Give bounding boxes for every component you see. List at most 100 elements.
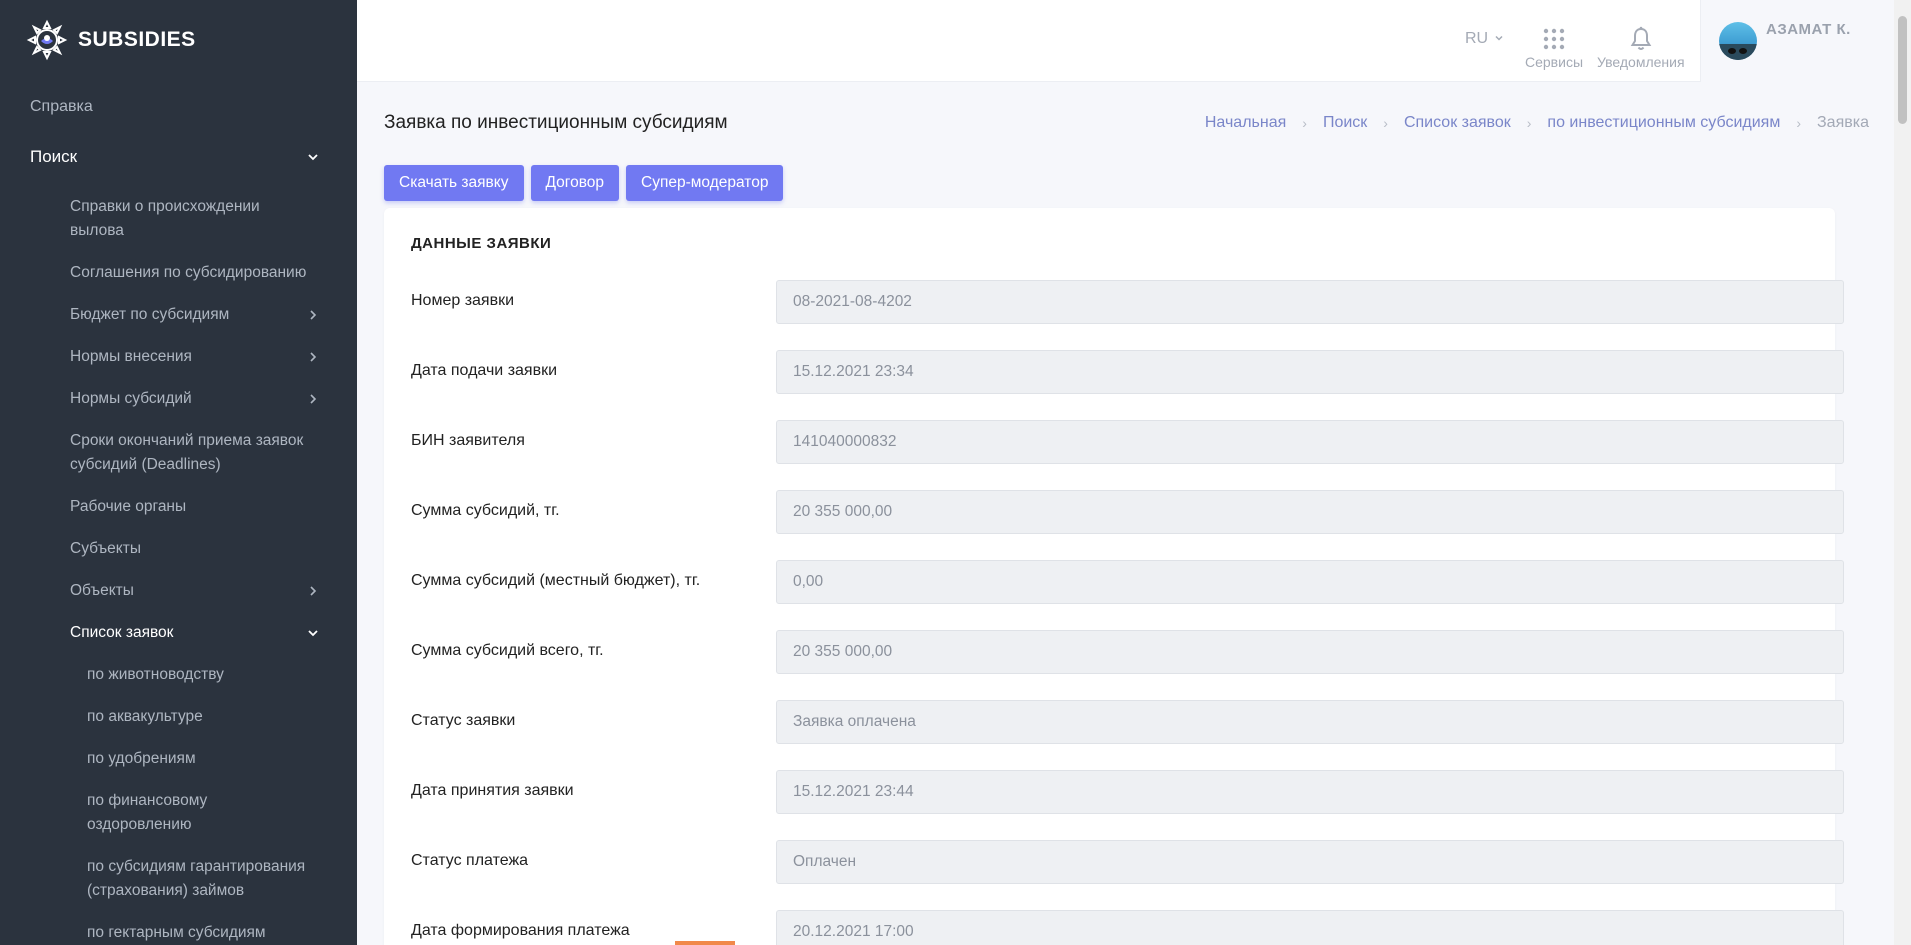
sidebar-item-label: Нормы внесения — [70, 348, 192, 365]
chevron-down-icon — [1494, 30, 1504, 48]
notifications-label: Уведомления — [1597, 54, 1685, 70]
chevron-right-icon — [307, 393, 319, 405]
breadcrumb-applications-list[interactable]: Список заявок — [1404, 114, 1511, 132]
field-subsidy-amount: Сумма субсидий, тг. — [411, 490, 1844, 534]
user-name: АЗАМАТ К. — [1766, 21, 1851, 38]
subsidies-logo-icon — [26, 19, 68, 61]
sidebar-item-search[interactable]: Поиск — [0, 132, 357, 182]
sidebar-item-label: Сроки окончаний приема заявок субсидий (… — [70, 432, 304, 473]
subsidy-amount-field[interactable] — [776, 490, 1844, 534]
sidebar-item-subjects[interactable]: Субъекты — [0, 528, 357, 570]
page-scrollbar[interactable] — [1894, 0, 1911, 945]
chevron-right-icon — [307, 585, 319, 597]
applicant-bin-field[interactable] — [776, 420, 1844, 464]
chevron-right-icon: › — [1796, 115, 1802, 131]
sidebar-item-application-norms[interactable]: Нормы внесения — [0, 336, 357, 378]
sidebar-item-label: Справки о происхождении вылова — [70, 198, 260, 239]
sidebar-item-label: Поиск — [30, 147, 78, 166]
user-menu[interactable]: АЗАМАТ К. — [1700, 0, 1894, 82]
field-application-status: Статус заявки — [411, 700, 1844, 744]
language-selector[interactable]: RU — [1465, 30, 1504, 48]
sidebar-item-label: Рабочие органы — [70, 498, 187, 515]
brand-name: SUBSIDIES — [78, 28, 196, 51]
contract-button[interactable]: Договор — [530, 165, 620, 201]
field-label: Статус платежа — [411, 852, 529, 869]
sidebar-item-working-bodies[interactable]: Рабочие органы — [0, 486, 357, 528]
breadcrumb-investment-subsidies[interactable]: по инвестиционным субсидиям — [1547, 114, 1780, 132]
breadcrumb: Начальная › Поиск › Список заявок › по и… — [1205, 114, 1869, 132]
field-label: Дата подачи заявки — [411, 362, 558, 379]
sidebar-item-label: Список заявок — [70, 624, 174, 641]
field-acceptance-date: Дата принятия заявки — [411, 770, 1844, 814]
application-number-field[interactable] — [776, 280, 1844, 324]
application-status-field[interactable] — [776, 700, 1844, 744]
sidebar-item-label: по финансовому оздоровлению — [87, 792, 208, 833]
field-label: Сумма субсидий, тг. — [411, 502, 560, 519]
apps-grid-icon — [1542, 24, 1566, 54]
breadcrumb-home[interactable]: Начальная — [1205, 114, 1286, 132]
subsidy-amount-total-field[interactable] — [776, 630, 1844, 674]
notifications-button[interactable]: Уведомления — [1597, 24, 1685, 70]
sidebar-item-label: по аквакультуре — [87, 708, 203, 725]
field-label: Сумма субсидий (местный бюджет), тг. — [411, 572, 701, 589]
field-payment-generation-date: Дата формирования платежа — [411, 910, 1844, 945]
sidebar-item-catch-origin[interactable]: Справки о происхождении вылова — [0, 186, 357, 252]
payment-generation-date-field[interactable] — [776, 910, 1844, 945]
sidebar-item-deadlines[interactable]: Сроки окончаний приема заявок субсидий (… — [0, 420, 357, 486]
sidebar-item-subsidy-norms[interactable]: Нормы субсидий — [0, 378, 357, 420]
sidebar-item-label: по животноводству — [87, 666, 224, 683]
card-title: ДАННЫЕ ЗАЯВКИ — [411, 235, 552, 252]
action-buttons: Скачать заявку Договор Супер-модератор — [384, 165, 784, 201]
sidebar-item-help[interactable]: Справка — [0, 82, 357, 132]
sidebar-item-label: Субъекты — [70, 540, 141, 557]
acceptance-date-field[interactable] — [776, 770, 1844, 814]
services-button[interactable]: Сервисы — [1525, 24, 1583, 70]
sidebar-item-label: Нормы субсидий — [70, 390, 192, 407]
field-label: Сумма субсидий всего, тг. — [411, 642, 604, 659]
sidebar-item-loan-guarantee[interactable]: по субсидиям гарантирования (страхования… — [0, 846, 357, 912]
taskbar-accent — [675, 941, 735, 945]
field-label: Дата формирования платежа — [411, 922, 630, 939]
brand[interactable]: SUBSIDIES — [0, 0, 357, 80]
chevron-down-icon — [307, 151, 319, 163]
breadcrumb-search[interactable]: Поиск — [1323, 114, 1367, 132]
sidebar-item-applications-list[interactable]: Список заявок — [0, 612, 357, 654]
sidebar-item-livestock[interactable]: по животноводству — [0, 654, 357, 696]
page-title: Заявка по инвестиционным субсидиям — [384, 112, 728, 133]
topbar: RU Сервисы Уведомления АЗАМАТ К. — [357, 0, 1894, 82]
sidebar-item-hectare-subsidies[interactable]: по гектарным субсидиям — [0, 912, 357, 945]
sidebar: SUBSIDIES Справка Поиск Справки о происх… — [0, 0, 357, 945]
application-data-card: ДАННЫЕ ЗАЯВКИ Номер заявки Дата подачи з… — [384, 208, 1844, 945]
payment-status-field[interactable] — [776, 840, 1844, 884]
field-subsidy-amount-total: Сумма субсидий всего, тг. — [411, 630, 1844, 674]
scrollbar-thumb[interactable] — [1898, 16, 1907, 124]
avatar — [1719, 22, 1757, 60]
sidebar-item-agreements[interactable]: Соглашения по субсидированию — [0, 252, 357, 294]
subsidy-amount-local-field[interactable] — [776, 560, 1844, 604]
sidebar-item-label: Бюджет по субсидиям — [70, 306, 230, 323]
chevron-down-icon — [307, 627, 319, 639]
sidebar-item-label: Справка — [30, 98, 93, 115]
chevron-right-icon — [307, 309, 319, 321]
sidebar-item-label: по удобрениям — [87, 750, 196, 767]
field-application-number: Номер заявки — [411, 280, 1844, 324]
download-application-button[interactable]: Скачать заявку — [384, 165, 524, 201]
sidebar-item-budget[interactable]: Бюджет по субсидиям — [0, 294, 357, 336]
field-subsidy-amount-local: Сумма субсидий (местный бюджет), тг. — [411, 560, 1844, 604]
language-label: RU — [1465, 30, 1489, 47]
field-label: Статус заявки — [411, 712, 516, 729]
super-moderator-button[interactable]: Супер-модератор — [626, 165, 784, 201]
sidebar-item-label: по субсидиям гарантирования (страхования… — [87, 858, 306, 899]
chevron-right-icon: › — [1526, 115, 1532, 131]
sidebar-item-objects[interactable]: Объекты — [0, 570, 357, 612]
sidebar-nav: Справка Поиск Справки о происхождении вы… — [0, 82, 357, 945]
sidebar-item-fertilizers[interactable]: по удобрениям — [0, 738, 357, 780]
field-label: БИН заявителя — [411, 432, 525, 449]
submission-date-field[interactable] — [776, 350, 1844, 394]
sidebar-item-financial-recovery[interactable]: по финансовому оздоровлению — [0, 780, 357, 846]
field-submission-date: Дата подачи заявки — [411, 350, 1844, 394]
sidebar-item-aquaculture[interactable]: по аквакультуре — [0, 696, 357, 738]
chevron-right-icon: › — [1383, 115, 1388, 131]
chevron-right-icon: › — [1302, 115, 1307, 131]
field-label: Дата принятия заявки — [411, 782, 574, 799]
